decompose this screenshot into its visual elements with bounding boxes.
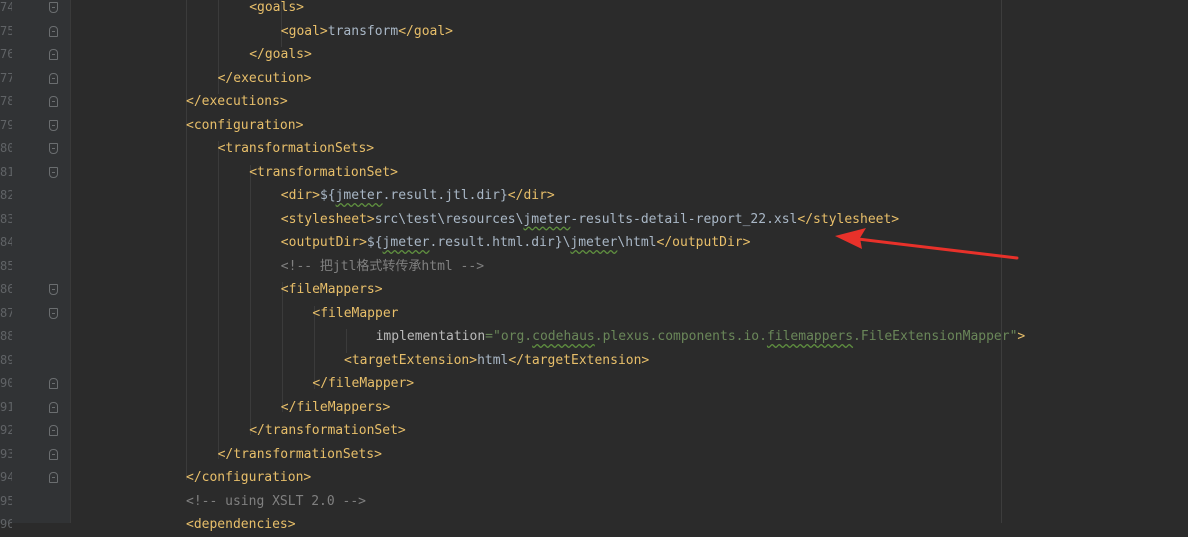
red-arrow-icon: [835, 228, 1019, 260]
